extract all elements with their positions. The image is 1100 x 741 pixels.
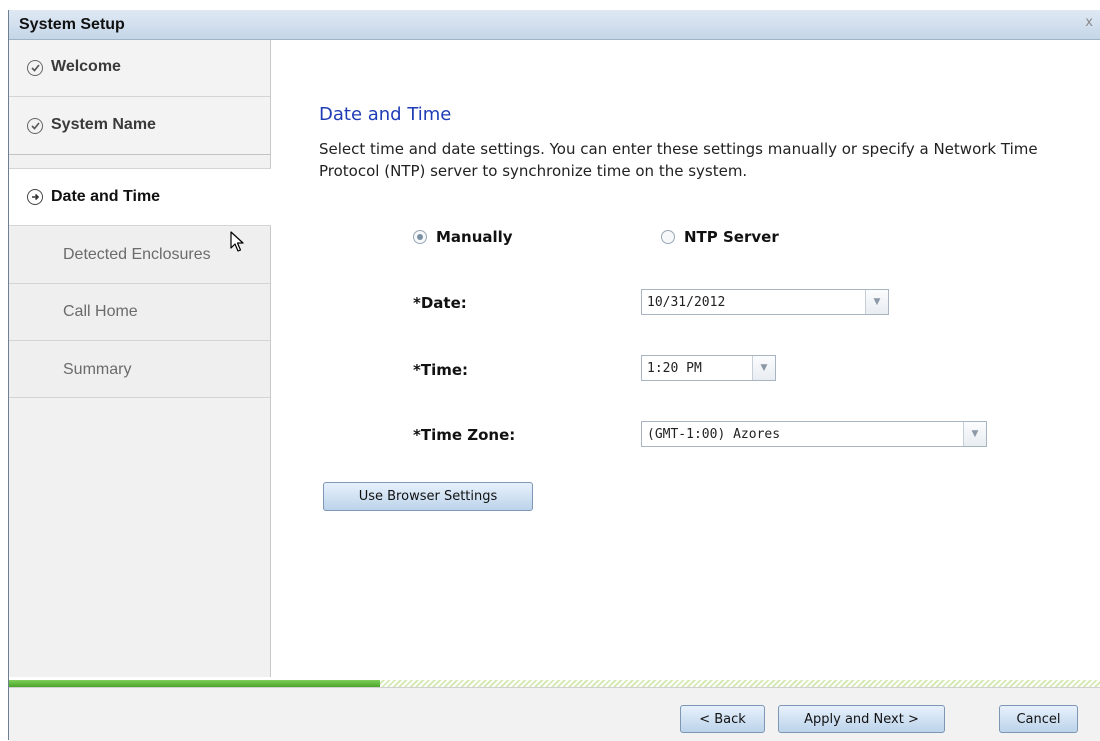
sidebar-item-call-home[interactable]: Call Home	[9, 284, 270, 341]
close-icon[interactable]: x	[1085, 15, 1093, 30]
time-zone-select[interactable]: (GMT-1:00) Azores ▼	[641, 421, 987, 447]
sidebar-item-system-name[interactable]: System Name	[9, 97, 270, 155]
mouse-pointer-icon	[230, 231, 244, 257]
radio-unselected-icon	[661, 230, 675, 244]
wizard-steps-sidebar: Welcome System Name Date and Time Detect…	[9, 40, 271, 677]
time-picker[interactable]: 1:20 PM ▼	[641, 355, 776, 381]
sidebar-item-label: Welcome	[51, 58, 121, 75]
date-value: 10/31/2012	[647, 294, 726, 310]
page-description: Select time and date settings. You can e…	[319, 140, 1038, 180]
back-button[interactable]: < Back	[680, 705, 765, 733]
ntp-radio-label: NTP Server	[684, 228, 779, 246]
setup-progress-bar	[9, 680, 1100, 687]
chevron-down-icon[interactable]: ▼	[865, 290, 888, 314]
check-circle-icon	[27, 118, 43, 134]
radio-selected-icon	[413, 230, 427, 244]
apply-and-next-button[interactable]: Apply and Next >	[778, 705, 945, 733]
time-zone-value: (GMT-1:00) Azores	[647, 426, 781, 442]
sidebar-item-label: Summary	[63, 361, 132, 378]
ntp-server-radio[interactable]: NTP Server	[661, 228, 779, 246]
system-setup-dialog: System Setup x Welcome System Name Date …	[8, 10, 1100, 741]
sidebar-item-label: Date and Time	[51, 188, 161, 205]
sidebar-item-label: Detected Enclosures	[63, 246, 211, 263]
wizard-footer: < Back Apply and Next > Cancel	[9, 687, 1100, 741]
arrow-circle-icon	[27, 189, 43, 205]
manual-radio[interactable]: Manually	[413, 228, 513, 246]
sidebar-item-date-and-time[interactable]: Date and Time	[9, 168, 271, 226]
dialog-title: System Setup	[19, 16, 125, 33]
manual-radio-label: Manually	[436, 228, 513, 246]
check-circle-icon	[27, 60, 43, 76]
sidebar-item-summary[interactable]: Summary	[9, 341, 270, 398]
date-picker[interactable]: 10/31/2012 ▼	[641, 289, 889, 315]
date-time-panel: Date and Time Select time and date setti…	[271, 40, 1100, 677]
page-title: Date and Time	[319, 104, 452, 125]
time-label: *Time:	[413, 361, 469, 379]
sidebar-item-welcome[interactable]: Welcome	[9, 40, 270, 97]
time-value: 1:20 PM	[647, 360, 702, 376]
chevron-down-icon[interactable]: ▼	[752, 356, 775, 380]
sidebar-item-label: System Name	[51, 116, 156, 133]
progress-fill	[9, 680, 381, 687]
cancel-button[interactable]: Cancel	[999, 705, 1078, 733]
date-label: *Date:	[413, 294, 467, 312]
use-browser-settings-button[interactable]: Use Browser Settings	[323, 482, 533, 511]
time-zone-label: *Time Zone:	[413, 426, 516, 444]
title-bar: System Setup x	[9, 10, 1100, 40]
sidebar-item-label: Call Home	[63, 303, 138, 320]
chevron-down-icon[interactable]: ▼	[963, 422, 986, 446]
